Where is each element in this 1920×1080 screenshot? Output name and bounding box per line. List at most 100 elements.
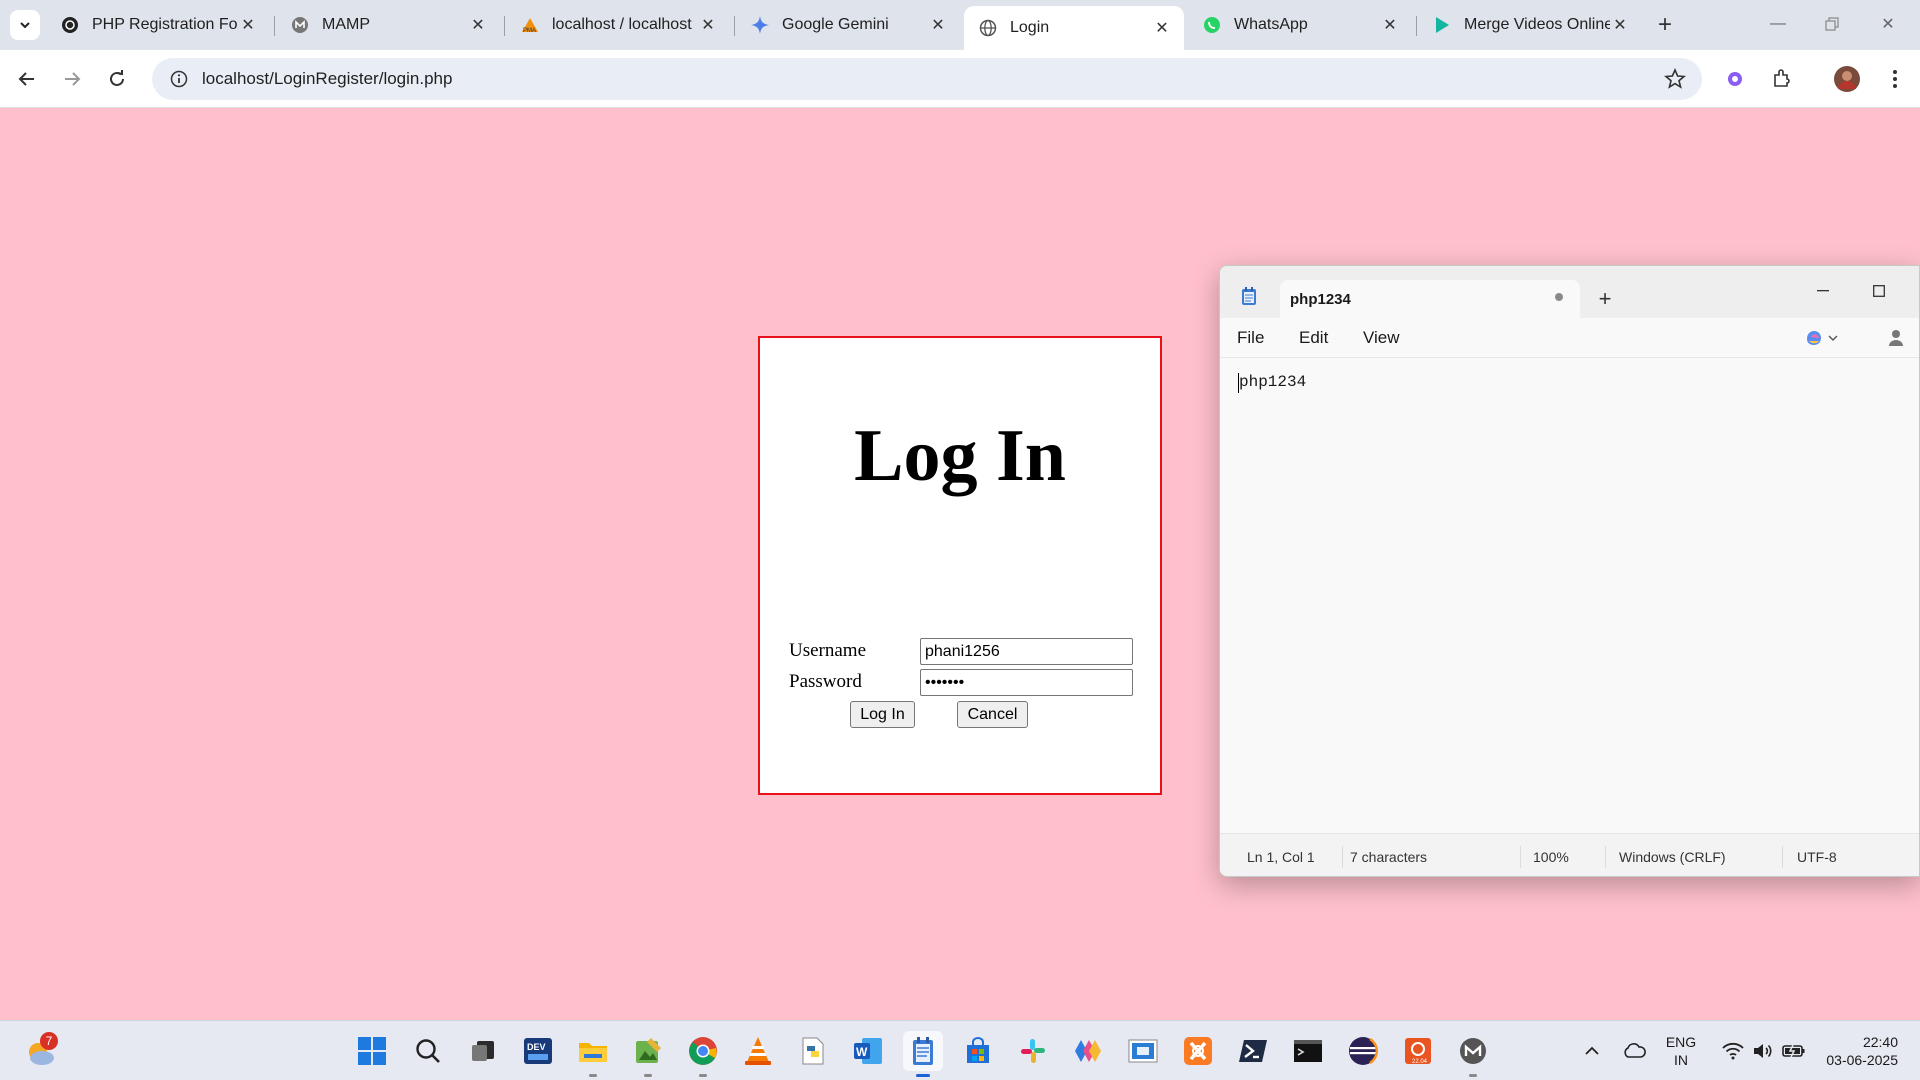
svg-text:DEV: DEV [527,1042,546,1052]
tab-gemini[interactable]: Google Gemini ✕ [736,6,960,44]
taskbar-app-chrome[interactable] [683,1031,723,1077]
tab-login[interactable]: Login ✕ [964,6,1184,50]
new-tab-button[interactable]: + [1650,10,1680,40]
folder-icon [579,1043,607,1062]
menu-edit[interactable]: Edit [1299,328,1328,348]
tab-title: Google Gemini [782,16,889,33]
notepad-tab[interactable]: php1234 [1280,280,1580,318]
taskbar-app-file-explorer[interactable] [573,1031,613,1077]
arrow-left-icon [18,72,34,86]
login-title: Log In [854,415,1066,497]
notepad-maximize-button[interactable] [1856,276,1902,306]
address-bar[interactable]: localhost/LoginRegister/login.php [152,58,1702,100]
extensions-icon[interactable] [1767,64,1797,94]
show-hidden-icons-button[interactable] [1572,1031,1612,1071]
browser-tab-strip: PHP Registration Form ✕ MAMP ✕ PMA local… [0,0,1920,50]
close-window-button[interactable]: ✕ [1866,6,1910,42]
taskbar-app-powershell[interactable] [1233,1031,1273,1071]
xampp-icon [1184,1037,1212,1065]
taskbar-app-notepad[interactable] [903,1031,943,1077]
status-characters: 7 characters [1350,849,1428,865]
tab-whatsapp[interactable]: WhatsApp ✕ [1188,6,1412,44]
notepad-statusbar: Ln 1, Col 1 7 characters 100% Windows (C… [1220,833,1919,876]
back-button[interactable] [10,62,44,96]
tab-phpmyadmin[interactable]: PMA localhost / localhost ✕ [506,6,730,44]
notepad-menubar: File Edit View [1220,318,1919,358]
bookmark-star-icon[interactable] [1663,67,1687,95]
site-info-icon[interactable] [158,70,200,88]
arrow-right-icon [65,72,81,86]
cancel-button[interactable]: Cancel [957,701,1028,728]
taskbar-app-ubuntu[interactable]: 22.04 [1398,1031,1438,1071]
taskbar-app-gemini-diamond[interactable] [1068,1031,1108,1071]
running-indicator [589,1074,597,1077]
taskbar-app-vlc[interactable] [738,1031,778,1071]
chevron-down-icon [20,22,30,29]
status-zoom[interactable]: 100% [1533,849,1569,865]
tab-divider [504,16,505,36]
unsaved-dot-icon[interactable] [1555,293,1563,301]
taskbar-app-slack[interactable] [1013,1031,1053,1071]
volume-icon [1754,1044,1772,1058]
notepad-new-tab-button[interactable]: + [1590,286,1620,312]
tab-php-registration[interactable]: PHP Registration Form ✕ [46,6,270,44]
command-prompt-icon [1294,1040,1322,1062]
close-icon[interactable]: ✕ [1152,18,1172,38]
tab-merge-videos[interactable]: Merge Videos Online ✕ [1418,6,1642,44]
taskbar-app-photo[interactable] [628,1031,668,1077]
close-icon[interactable]: ✕ [468,15,488,35]
close-icon[interactable]: ✕ [1380,15,1400,35]
restore-button[interactable] [1810,6,1854,42]
start-button[interactable] [352,1031,392,1071]
notepad-editor[interactable]: php1234 [1220,359,1919,833]
tab-mamp[interactable]: MAMP ✕ [276,6,500,44]
taskbar-app-xampp[interactable] [1178,1031,1218,1071]
taskbar-app-mamp[interactable] [1453,1031,1493,1077]
password-input[interactable] [920,669,1133,696]
taskbar-app-python[interactable] [793,1031,833,1071]
globe-icon [978,18,998,38]
login-button[interactable]: Log In [850,701,915,728]
taskbar-app-eclipse[interactable] [1343,1031,1383,1071]
taskbar-app-remote[interactable] [1123,1031,1163,1071]
cloud-icon [1624,1043,1646,1058]
close-icon[interactable]: ✕ [238,15,258,35]
weather-widget[interactable]: 7 [22,1031,62,1071]
task-view-icon [472,1041,494,1061]
taskbar-app-word[interactable]: W [848,1031,888,1071]
wifi-icon [1722,1042,1744,1060]
menu-file[interactable]: File [1237,328,1264,348]
copilot-icon[interactable] [1805,329,1839,352]
maximize-icon [1873,285,1885,297]
taskbar-app-store[interactable] [958,1031,998,1071]
onedrive-button[interactable] [1614,1031,1654,1071]
language-indicator[interactable]: ENG IN [1660,1033,1702,1069]
username-input[interactable] [920,638,1133,665]
diamond-app-icon [1075,1040,1101,1062]
browser-toolbar: localhost/LoginRegister/login.php [0,50,1920,108]
account-icon[interactable] [1888,329,1904,352]
forward-button[interactable] [55,62,89,96]
minimize-button[interactable]: — [1756,6,1800,42]
profile-avatar[interactable] [1832,64,1862,94]
active-indicator [916,1074,930,1077]
clock[interactable]: 22:40 03-06-2025 [1812,1033,1898,1069]
reload-button[interactable] [100,62,134,96]
tab-title: Login [1010,19,1050,36]
word-icon: W [854,1038,882,1064]
taskbar-app-terminal[interactable] [1288,1031,1328,1071]
task-view-button[interactable] [463,1031,503,1071]
taskbar-app-dev[interactable]: DEV [518,1031,558,1071]
extension-puzzle-color-icon[interactable] [1720,64,1750,94]
browser-menu-button[interactable] [1880,64,1910,94]
svg-text:PMA: PMA [523,28,536,34]
tab-title: localhost / localhost [552,16,692,33]
tab-search-button[interactable] [10,10,40,40]
quick-settings-button[interactable] [1712,1031,1816,1071]
menu-view[interactable]: View [1363,328,1400,348]
search-button[interactable] [408,1031,448,1071]
notepad-minimize-button[interactable] [1800,276,1846,306]
close-icon[interactable]: ✕ [928,15,948,35]
close-icon[interactable]: ✕ [698,15,718,35]
close-icon[interactable]: ✕ [1610,15,1630,35]
